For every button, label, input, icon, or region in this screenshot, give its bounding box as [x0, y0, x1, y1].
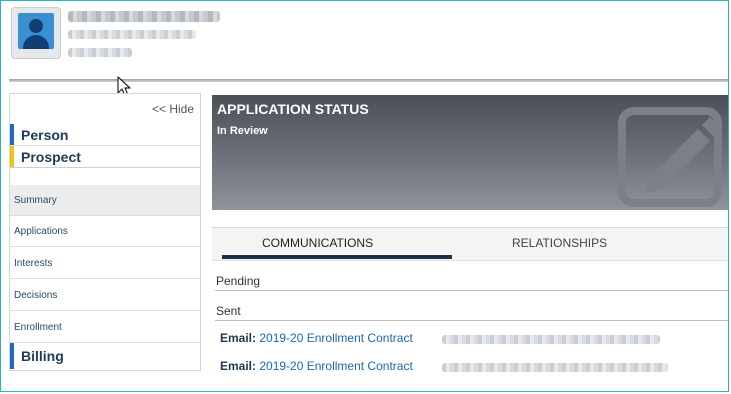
profile-detail-redacted: [68, 30, 196, 39]
application-status-panel: APPLICATION STATUS In Review: [212, 95, 728, 210]
status-title: APPLICATION STATUS: [217, 101, 369, 117]
sidebar-section-prospect[interactable]: Prospect: [10, 146, 200, 168]
status-value: In Review: [217, 125, 268, 137]
email-list-item[interactable]: Email: 2019-20 Enrollment Contract: [220, 359, 413, 373]
sidebar-item-decisions[interactable]: Decisions: [10, 280, 200, 311]
sidebar-item-label: Applications: [14, 226, 68, 237]
sidebar-section-billing[interactable]: Billing: [10, 343, 200, 369]
sidebar-section-label: Billing: [21, 348, 64, 364]
sidebar-nav: << Hide Person Prospect Summary Applicat…: [9, 93, 201, 371]
email-subject: 2019-20 Enrollment Contract: [259, 359, 413, 373]
tab-communications[interactable]: COMMUNICATIONS: [262, 236, 373, 250]
sidebar-section-label: Person: [21, 127, 69, 143]
pencil-edit-icon: [618, 107, 722, 207]
profile-header: [9, 5, 728, 77]
profile-detail-redacted: [68, 48, 132, 57]
email-subject: 2019-20 Enrollment Contract: [259, 331, 413, 345]
sidebar-item-label: Decisions: [14, 290, 58, 301]
sidebar-item-interests[interactable]: Interests: [10, 248, 200, 279]
sidebar-item-enrollment[interactable]: Enrollment: [10, 312, 200, 343]
app-frame: << Hide Person Prospect Summary Applicat…: [0, 0, 729, 392]
sent-group-label: Sent: [216, 304, 241, 318]
sidebar-section-label: Prospect: [21, 149, 81, 165]
email-prefix: Email:: [220, 331, 257, 345]
profile-name-redacted: [68, 11, 220, 22]
sent-divider: [215, 320, 728, 321]
user-avatar-icon: [11, 7, 61, 59]
tab-bar: COMMUNICATIONS RELATIONSHIPS: [212, 228, 728, 261]
tab-relationships[interactable]: RELATIONSHIPS: [512, 236, 607, 250]
email-detail-redacted: [442, 335, 660, 344]
active-tab-indicator: [222, 255, 452, 259]
pending-divider: [215, 290, 728, 291]
sidebar-item-summary[interactable]: Summary: [10, 185, 200, 216]
hide-sidebar-link[interactable]: << Hide: [152, 102, 194, 116]
email-list-item[interactable]: Email: 2019-20 Enrollment Contract: [220, 331, 413, 345]
sidebar-item-label: Enrollment: [14, 322, 62, 333]
pending-group-label: Pending: [216, 274, 261, 288]
sidebar-section-person[interactable]: Person: [10, 124, 200, 146]
communications-panel: COMMUNICATIONS RELATIONSHIPS Pending Sen…: [212, 227, 728, 378]
sidebar-item-label: Interests: [14, 258, 53, 269]
email-detail-redacted: [442, 363, 668, 372]
sidebar-item-applications[interactable]: Applications: [10, 216, 200, 247]
sidebar-item-label: Summary: [14, 195, 57, 206]
email-prefix: Email:: [220, 359, 257, 373]
